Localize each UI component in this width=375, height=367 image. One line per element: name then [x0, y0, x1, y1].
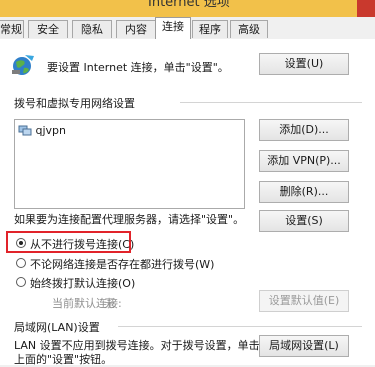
dialup-heading: 拨号和虚拟专用网络设置 [14, 97, 135, 110]
add-vpn-button[interactable]: 添加 VPN(P)... [259, 150, 349, 172]
default-connection-value: 无 [104, 297, 115, 310]
add-button[interactable]: 添加(D)... [259, 119, 349, 141]
radio-dial-when-no-network-label[interactable]: 不论网络连接是否存在都进行拨号(W) [30, 256, 214, 272]
remove-button[interactable]: 删除(R)... [259, 181, 349, 203]
tab-general[interactable]: 常规 [0, 20, 24, 38]
tab-privacy[interactable]: 隐私 [72, 20, 112, 38]
connections-panel: 要设置 Internet 连接，单击"设置"。 设置(U) 拨号和虚拟专用网络设… [0, 39, 375, 366]
tab-programs[interactable]: 程序 [192, 20, 228, 38]
proxy-description: 如果要为连接配置代理服务器，请选择"设置"。 [14, 213, 245, 226]
lan-divider [118, 326, 362, 327]
proxy-settings-button[interactable]: 设置(S) [259, 210, 349, 232]
window-title: Internet 选项 [148, 0, 230, 10]
internet-globe-icon [12, 55, 34, 75]
tab-content[interactable]: 内容 [116, 20, 156, 38]
radio-always-dial-default[interactable] [16, 277, 26, 287]
radio-never-dial-label[interactable]: 从不进行拨号连接(C) [30, 236, 134, 252]
setup-button[interactable]: 设置(U) [259, 53, 349, 75]
list-item[interactable]: qjvpn [18, 124, 66, 137]
tab-security[interactable]: 安全 [28, 20, 68, 38]
lan-settings-button[interactable]: 局域网设置(L) [259, 335, 349, 357]
setup-description: 要设置 Internet 连接，单击"设置"。 [47, 61, 229, 74]
tab-connections[interactable]: 连接 [155, 17, 191, 40]
close-button[interactable] [357, 0, 375, 18]
radio-dial-when-no-network[interactable] [16, 258, 26, 268]
connection-list[interactable]: qjvpn [14, 119, 245, 209]
set-default-button[interactable]: 设置默认值(E) [259, 290, 349, 312]
connection-name: qjvpn [35, 124, 67, 137]
tab-strip: 常规 安全 隐私 内容 连接 程序 高级 [0, 17, 375, 40]
tab-advanced[interactable]: 高级 [230, 20, 268, 38]
lan-heading: 局域网(LAN)设置 [14, 321, 100, 334]
radio-always-dial-default-label[interactable]: 始终拨打默认连接(O) [30, 275, 135, 291]
radio-never-dial[interactable] [16, 238, 26, 248]
window-title-bar: Internet 选项 [0, 0, 375, 18]
dialup-divider [180, 102, 362, 103]
network-connection-icon [18, 125, 32, 136]
